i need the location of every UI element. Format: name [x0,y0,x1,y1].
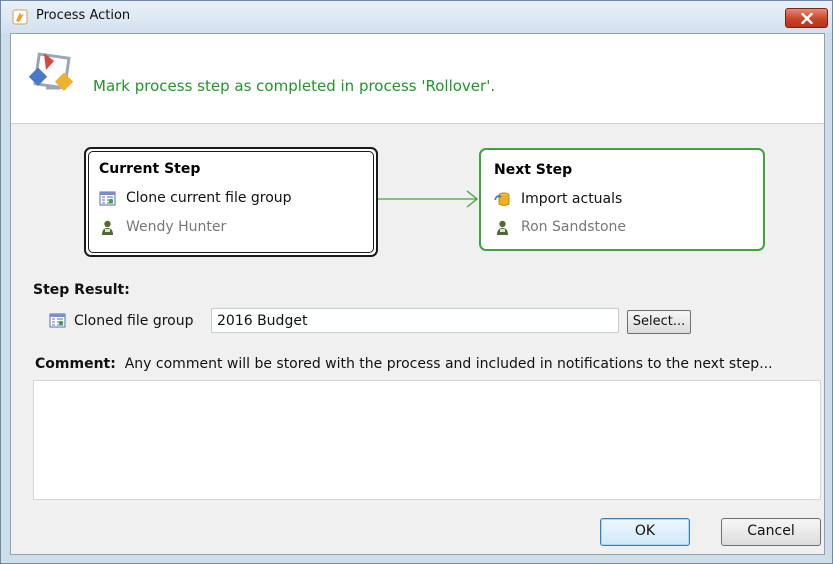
process-action-icon [28,48,78,98]
step-result-field[interactable] [211,308,619,333]
next-step-card: Next Step Import actuals Ron Sandstone [479,148,765,251]
app-icon [12,9,28,25]
next-step-title: Next Step [494,162,573,178]
header-panel: Mark process step as completed in proces… [11,34,824,124]
user-icon [494,219,511,236]
next-step-task: Import actuals [494,190,622,208]
select-button[interactable]: Select... [627,310,691,334]
current-step-assignee: Wendy Hunter [99,218,226,236]
step-result-label: Step Result: [33,282,130,298]
current-step-title: Current Step [99,161,201,177]
comment-hint: Any comment will be stored with the proc… [124,356,773,372]
header-message: Mark process step as completed in proces… [93,77,496,95]
ok-button[interactable]: OK [600,518,690,546]
close-button[interactable] [785,8,828,28]
file-group-icon [99,190,116,207]
comment-label: Comment: [35,356,116,372]
step-result-description: Cloned file group [74,313,194,329]
current-step-task: Clone current file group [99,189,292,207]
current-step-card: Current Step Clone current file group We… [84,147,378,257]
dialog-body: Mark process step as completed in proces… [10,33,825,555]
cancel-button[interactable]: Cancel [721,518,821,546]
database-import-icon [494,191,511,208]
process-action-dialog: Process Action Mark process step as comp… [0,0,833,564]
comment-label-row: Comment: Any comment will be stored with… [35,356,773,372]
file-group-icon [49,312,66,329]
close-icon [801,13,813,24]
window-title: Process Action [36,8,131,23]
comment-textarea[interactable] [33,380,821,500]
step-arrow [378,190,479,208]
title-bar[interactable]: Process Action [1,1,832,33]
next-step-assignee: Ron Sandstone [494,218,626,236]
user-icon [99,219,116,236]
